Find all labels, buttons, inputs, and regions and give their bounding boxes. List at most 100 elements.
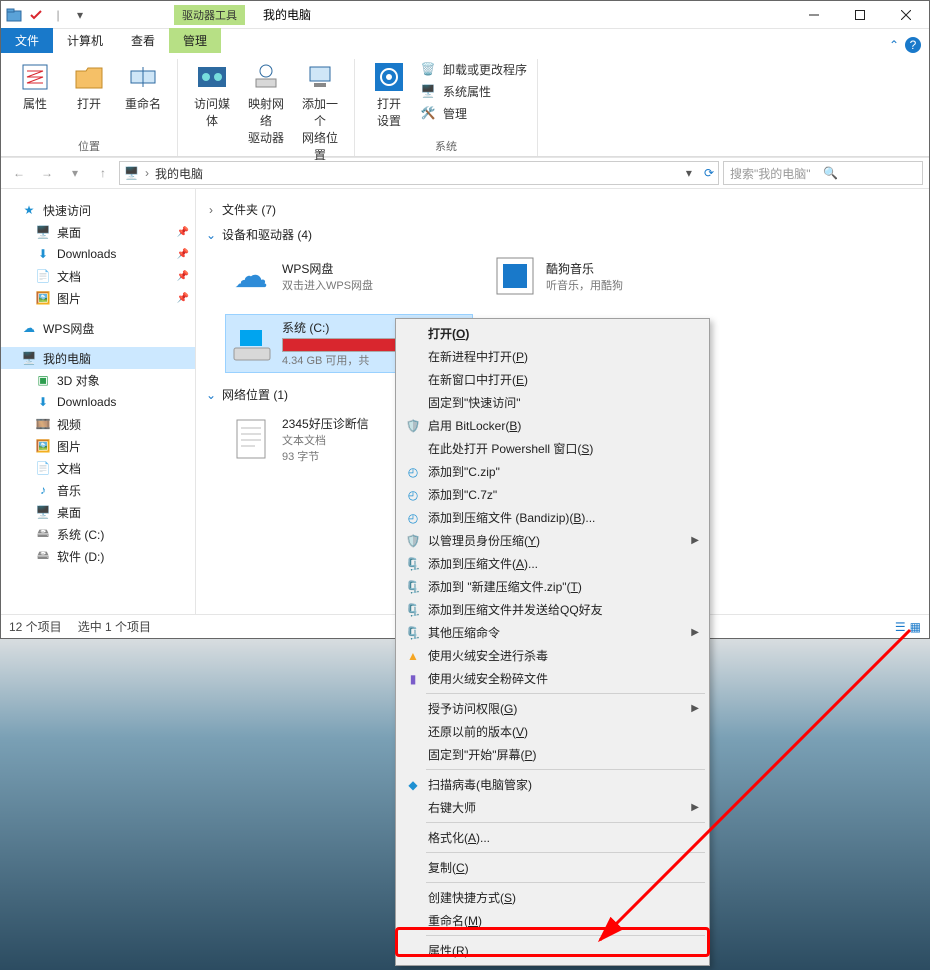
cm-rightmaster[interactable]: 右键大师▶: [398, 796, 707, 819]
sysprops-button[interactable]: 🖥️系统属性: [419, 81, 527, 101]
drive-icon: 🖴: [35, 526, 51, 542]
more-qat-icon[interactable]: ▾: [71, 6, 89, 24]
cm-huorong-shred[interactable]: ▮使用火绒安全粉碎文件: [398, 667, 707, 690]
manage-button[interactable]: 🛠️管理: [419, 103, 527, 123]
tile-kugou[interactable]: 酷狗音乐听音乐，用酷狗: [490, 251, 736, 301]
address-dropdown-icon[interactable]: ▾: [686, 166, 692, 180]
chevron-down-icon: ⌄: [204, 388, 218, 402]
nav-forward-button[interactable]: →: [35, 161, 59, 185]
submenu-arrow-icon: ▶: [691, 703, 699, 714]
cm-separator: [426, 769, 705, 770]
cm-grant-access[interactable]: 授予访问权限(G)▶: [398, 697, 707, 720]
help-icon[interactable]: ?: [905, 37, 921, 53]
admin-shield-icon: 🛡️: [404, 532, 422, 550]
tile-wps[interactable]: ☁ WPS网盘双击进入WPS网盘: [226, 251, 472, 301]
chevron-right-icon: ›: [204, 203, 218, 217]
nav-up-button[interactable]: ↑: [91, 161, 115, 185]
open-settings-button[interactable]: 打开 设置: [365, 59, 413, 131]
navitem-documents2[interactable]: 📄文档: [1, 457, 195, 479]
maximize-button[interactable]: [837, 1, 883, 29]
cm-send-qq[interactable]: 🗜️添加到压缩文件并发送给QQ好友: [398, 598, 707, 621]
map-drive-button[interactable]: 映射网络 驱动器: [242, 59, 290, 148]
cm-shortcut[interactable]: 创建快捷方式(S): [398, 886, 707, 909]
navitem-videos[interactable]: 🎞️视频: [1, 413, 195, 435]
cm-bitlocker[interactable]: 🛡️启用 BitLocker(B): [398, 414, 707, 437]
cm-guanjia[interactable]: ◆扫描病毒(电脑管家): [398, 773, 707, 796]
cm-pin-start[interactable]: 固定到"开始"屏幕(P): [398, 743, 707, 766]
close-button[interactable]: [883, 1, 929, 29]
access-media-button[interactable]: 访问媒体: [188, 59, 236, 131]
minimize-button[interactable]: [791, 1, 837, 29]
folder-open-icon: [73, 61, 105, 93]
uninstall-button[interactable]: 🗑️卸载或更改程序: [419, 59, 527, 79]
manage-icon: 🛠️: [419, 104, 437, 122]
navitem-drive-c[interactable]: 🖴系统 (C:): [1, 523, 195, 545]
rename-label: 重命名: [125, 95, 161, 112]
text-file-icon: [230, 419, 272, 461]
navitem-documents[interactable]: 📄文档📌: [1, 265, 195, 287]
add-netlocation-button[interactable]: 添加一个 网络位置: [296, 59, 344, 165]
cm-admin-compress[interactable]: 🛡️以管理员身份压缩(Y)▶: [398, 529, 707, 552]
pics-icon: 🖼️: [35, 290, 51, 306]
cm-other-compress[interactable]: 🗜️其他压缩命令▶: [398, 621, 707, 644]
pin-icon: 📌: [177, 271, 189, 282]
search-input[interactable]: 搜索"我的电脑" 🔍: [723, 161, 923, 185]
navitem-my-computer[interactable]: 🖥️我的电脑: [1, 347, 195, 369]
cm-open[interactable]: 打开(O): [398, 322, 707, 345]
shred-icon: ▮: [404, 670, 422, 688]
properties-button[interactable]: 属性: [11, 59, 59, 114]
navitem-pictures2[interactable]: 🖼️图片: [1, 435, 195, 457]
address-bar[interactable]: 🖥️ › 我的电脑 ▾ ⟳: [119, 161, 719, 185]
video-icon: 🎞️: [35, 416, 51, 432]
navitem-downloads[interactable]: ⬇Downloads📌: [1, 243, 195, 265]
view-details-icon[interactable]: ☰: [895, 620, 906, 634]
properties-qat-icon[interactable]: [27, 6, 45, 24]
nav-recent-dropdown[interactable]: ▾: [63, 161, 87, 185]
ribbon-collapse-icon[interactable]: ⌃: [889, 38, 899, 52]
open-button[interactable]: 打开: [65, 59, 113, 114]
computer-icon: 🖥️: [124, 166, 139, 180]
tab-view[interactable]: 查看: [117, 28, 169, 53]
breadcrumb[interactable]: 我的电脑: [155, 165, 203, 182]
cm-czip[interactable]: ◴添加到"C.zip": [398, 460, 707, 483]
archive-icon: 🗜️: [404, 555, 422, 573]
cm-new-process[interactable]: 在新进程中打开(P): [398, 345, 707, 368]
navitem-pictures[interactable]: 🖼️图片📌: [1, 287, 195, 309]
tab-manage[interactable]: 管理: [169, 28, 221, 53]
navitem-downloads2[interactable]: ⬇Downloads: [1, 391, 195, 413]
cm-huorong-av[interactable]: ▲使用火绒安全进行杀毒: [398, 644, 707, 667]
tab-computer[interactable]: 计算机: [53, 28, 117, 53]
cm-bandizip[interactable]: ◴添加到压缩文件 (Bandizip)(B)...: [398, 506, 707, 529]
uninstall-icon: 🗑️: [419, 60, 437, 78]
cm-format[interactable]: 格式化(A)...: [398, 826, 707, 849]
context-menu: 打开(O) 在新进程中打开(P) 在新窗口中打开(E) 固定到"快速访问" 🛡️…: [395, 318, 710, 966]
navitem-wps[interactable]: ☁WPS网盘: [1, 317, 195, 339]
ribbon: 属性 打开 重命名 位置 访问媒体: [1, 53, 929, 157]
cm-properties[interactable]: 属性(R): [398, 939, 707, 962]
navitem-quick-access[interactable]: ★快速访问: [1, 199, 195, 221]
pin-icon: 📌: [177, 249, 189, 260]
section-devices[interactable]: ⌄设备和驱动器 (4): [202, 222, 923, 247]
cm-c7z[interactable]: ◴添加到"C.7z": [398, 483, 707, 506]
cm-rename[interactable]: 重命名(M): [398, 909, 707, 932]
navitem-desktop[interactable]: 🖥️桌面📌: [1, 221, 195, 243]
navitem-3dobjects[interactable]: ▣3D 对象: [1, 369, 195, 391]
navitem-drive-d[interactable]: 🖴软件 (D:): [1, 545, 195, 567]
refresh-icon[interactable]: ⟳: [704, 166, 714, 180]
rename-button[interactable]: 重命名: [119, 59, 167, 114]
view-large-icon[interactable]: ▦: [910, 620, 921, 634]
cm-restore[interactable]: 还原以前的版本(V): [398, 720, 707, 743]
cm-new-window[interactable]: 在新窗口中打开(E): [398, 368, 707, 391]
huorong-icon: ▲: [404, 647, 422, 665]
navitem-desktop2[interactable]: 🖥️桌面: [1, 501, 195, 523]
cm-powershell[interactable]: 在此处打开 Powershell 窗口(S): [398, 437, 707, 460]
cm-add-archive[interactable]: 🗜️添加到压缩文件(A)...: [398, 552, 707, 575]
cm-add-newzip[interactable]: 🗜️添加到 "新建压缩文件.zip"(T): [398, 575, 707, 598]
section-folders[interactable]: ›文件夹 (7): [202, 197, 923, 222]
docs-icon: 📄: [35, 268, 51, 284]
tab-file[interactable]: 文件: [1, 28, 53, 53]
cm-pin-quick[interactable]: 固定到"快速访问": [398, 391, 707, 414]
navitem-music[interactable]: ♪音乐: [1, 479, 195, 501]
nav-back-button[interactable]: ←: [7, 161, 31, 185]
cm-copy[interactable]: 复制(C): [398, 856, 707, 879]
